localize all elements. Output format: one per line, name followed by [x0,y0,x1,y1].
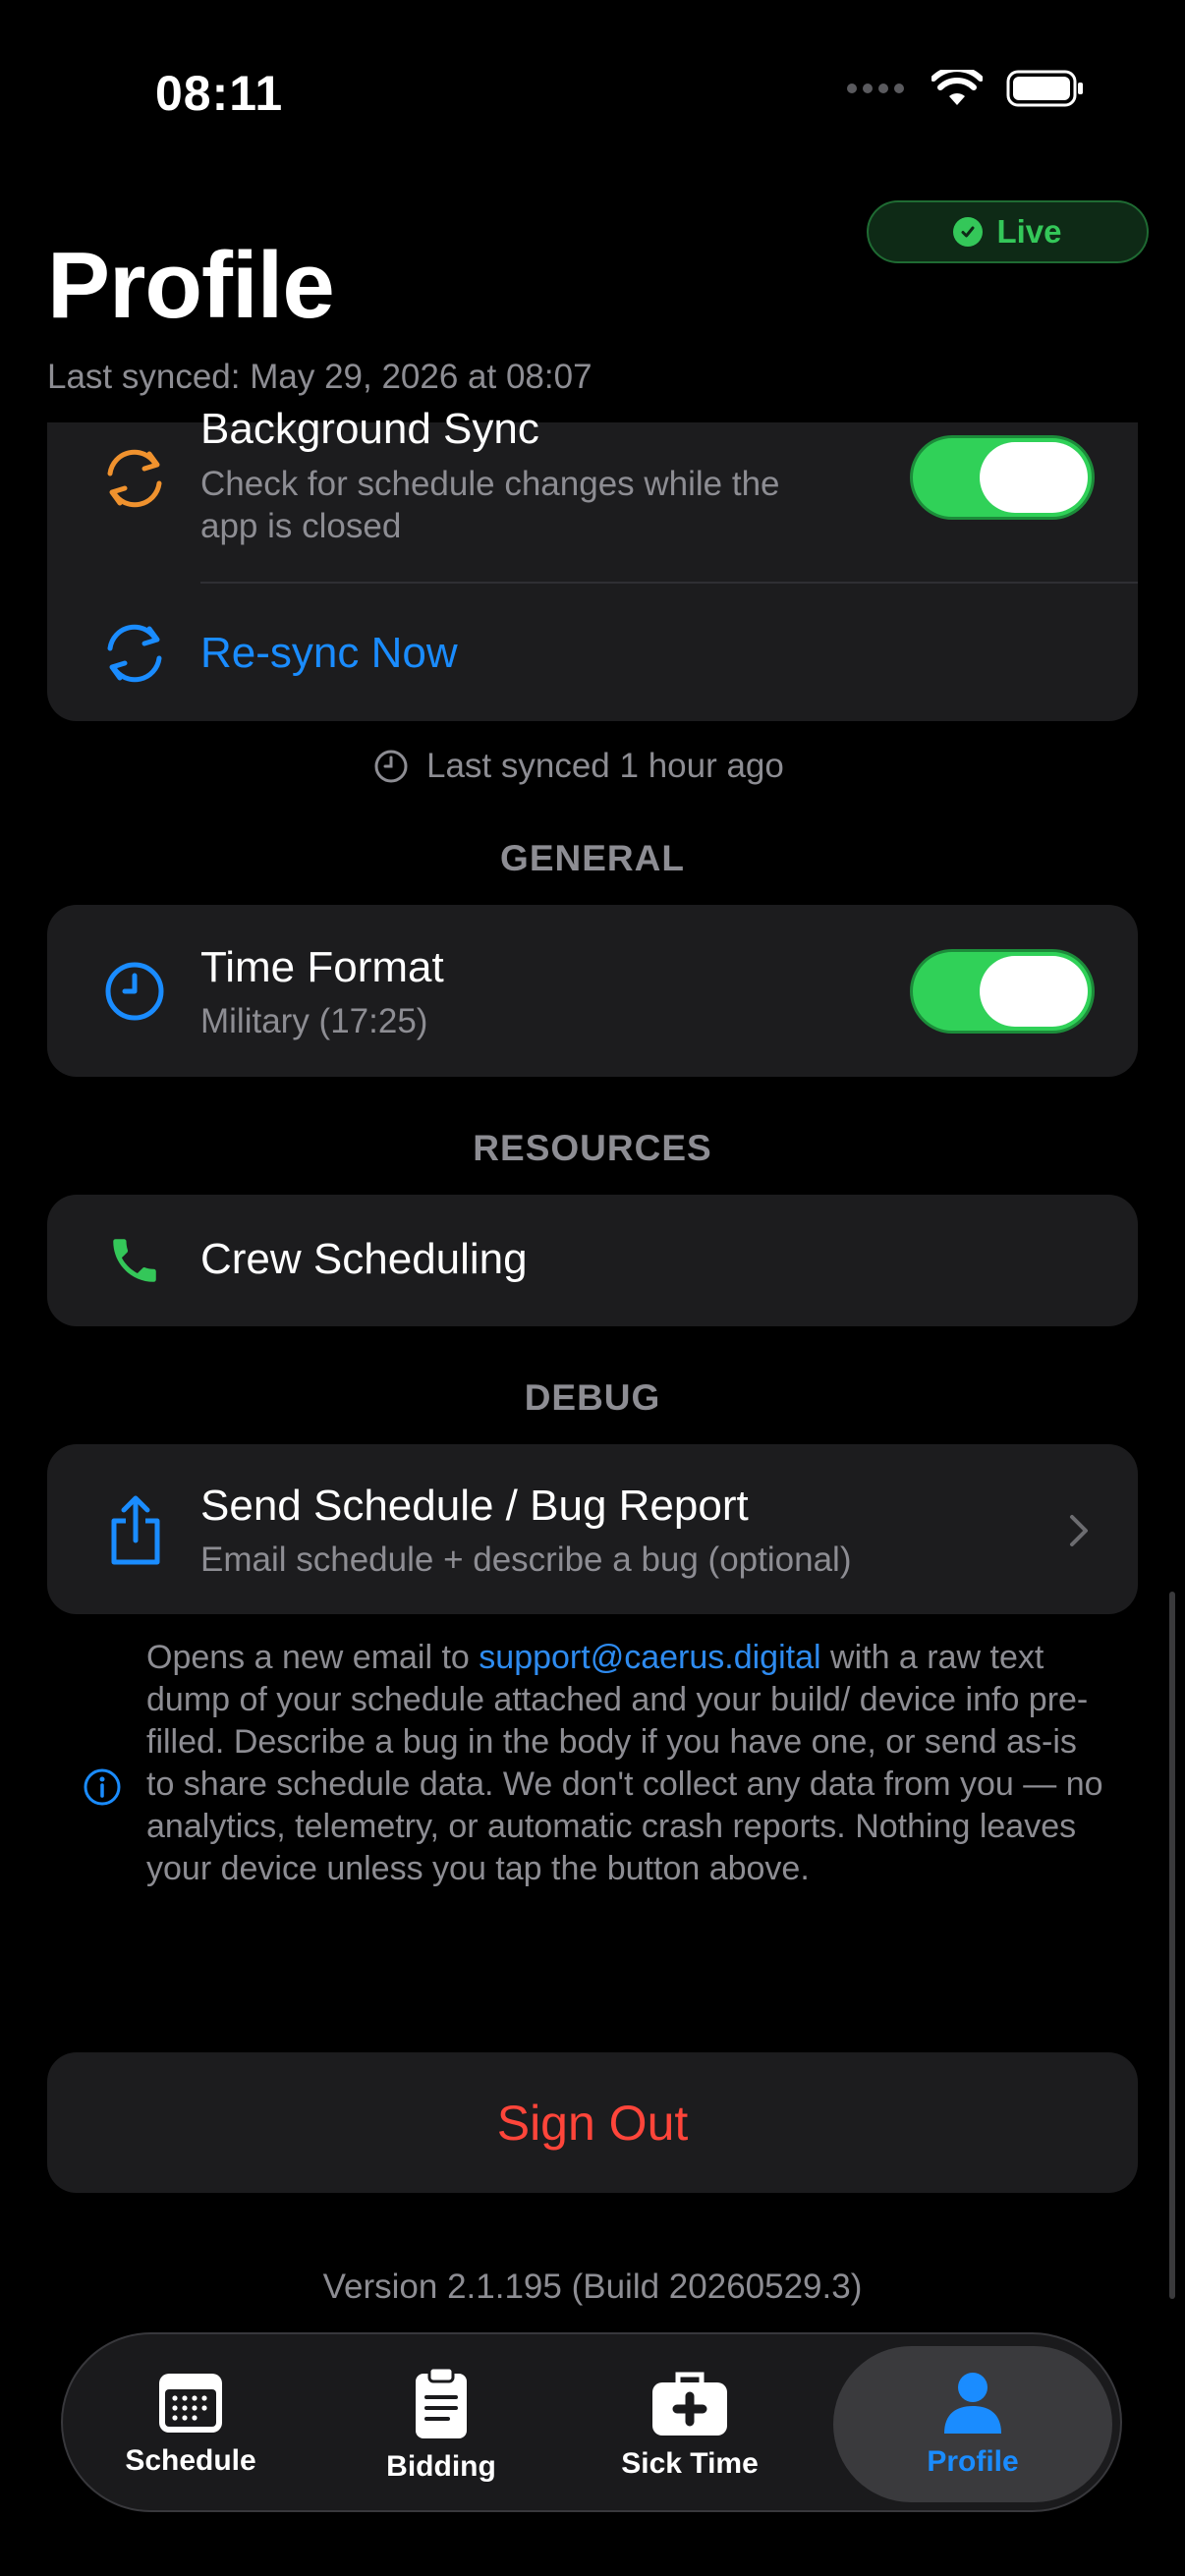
clipboard-icon [416,2366,467,2438]
bug-report-title: Send Schedule / Bug Report [200,1482,749,1530]
background-sync-title: Background Sync [200,405,539,453]
tab-bar: Schedule Bidding Sick Time Profile [61,2332,1122,2512]
resync-icon [107,624,162,683]
phone-icon [113,1239,156,1282]
tab-profile-label: Profile [927,2444,1019,2478]
version-label: Version 2.1.195 (Build 20260529.3) [322,2268,863,2306]
sign-out-button[interactable]: Sign Out [47,2052,1138,2193]
live-label: Live [996,213,1062,250]
tab-profile[interactable]: Profile [833,2346,1112,2502]
info-prefix: Opens a new email to [146,1639,480,1676]
time-format-toggle[interactable] [910,949,1095,1034]
tab-sick-time[interactable]: Sick Time [601,2334,778,2514]
share-icon [111,1495,160,1565]
tab-bidding[interactable]: Bidding [358,2334,525,2514]
medical-kit-icon [652,2372,727,2436]
last-synced-header: Last synced: May 29, 2026 at 08:07 [47,358,592,396]
crew-scheduling-label: Crew Scheduling [200,1235,528,1283]
time-format-clock-icon [105,962,164,1021]
background-sync-icon [107,449,162,508]
calendar-icon [159,2373,222,2433]
resync-now-button[interactable]: Re-sync Now [200,629,458,678]
background-sync-subtitle-2: app is closed [200,507,402,545]
tab-sick-time-label: Sick Time [621,2446,759,2480]
support-email-link[interactable]: support@caerus.digital [479,1639,820,1676]
bug-report-subtitle: Email schedule + describe a bug (optiona… [200,1540,852,1579]
battery-icon [1006,70,1083,107]
info-icon [84,1768,121,1806]
sync-note: Last synced 1 hour ago [373,747,784,786]
divider [200,582,1138,584]
sync-note-label: Last synced 1 hour ago [426,747,784,785]
section-debug: DEBUG [524,1377,661,1418]
page-title: Profile [47,233,335,338]
scrollbar[interactable] [1169,1592,1175,2299]
chevron-right-icon [1070,1515,1088,1546]
status-time: 08:11 [155,66,284,121]
section-general: GENERAL [500,838,685,878]
tab-bidding-label: Bidding [386,2449,496,2483]
clock-icon [374,750,408,783]
tab-schedule-label: Schedule [125,2443,256,2477]
live-badge: Live [867,200,1149,263]
debug-info-text: Opens a new email to support@caerus.digi… [146,1637,1109,1890]
time-format-title: Time Format [200,943,444,991]
person-icon [944,2372,1001,2434]
wifi-icon [931,70,983,105]
background-sync-toggle[interactable] [910,435,1095,520]
tab-schedule[interactable]: Schedule [102,2334,279,2514]
background-sync-subtitle-1: Check for schedule changes while the [200,465,780,503]
checkmark-icon [953,217,984,247]
time-format-value: Military (17:25) [200,1002,428,1040]
status-icons [847,69,1085,108]
section-resources: RESOURCES [473,1128,712,1168]
cellular-dots-icon [847,84,904,93]
